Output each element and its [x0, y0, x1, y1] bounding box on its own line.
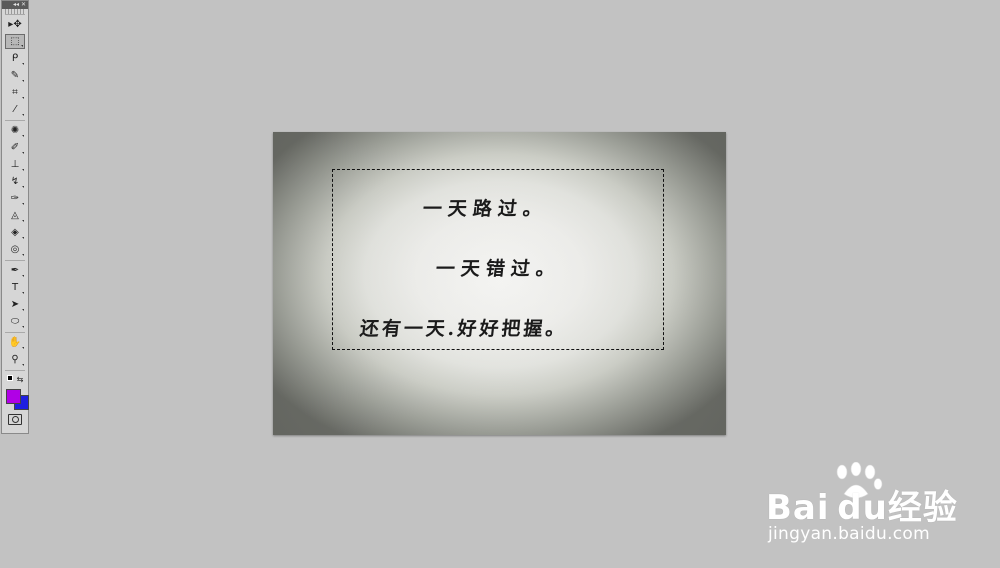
collapse-icon[interactable]: ◂◂ [13, 2, 19, 8]
eraser-tool[interactable]: ✑ [5, 191, 25, 206]
divider [5, 332, 25, 333]
crop-tool[interactable]: ⌗ [5, 85, 25, 100]
divider [5, 120, 25, 121]
history-brush-tool[interactable]: ↯ [5, 174, 25, 189]
spot-heal-tool[interactable]: ✺ [5, 123, 25, 138]
baidu-jingyan-watermark: Bai du经验 jingyan.baidu.com [766, 462, 966, 552]
panel-grip[interactable] [5, 9, 25, 15]
close-icon[interactable]: ✕ [21, 2, 26, 8]
paint-bucket-icon: ◬ [11, 209, 19, 221]
type-icon: T [11, 281, 19, 293]
hand-icon: ✋ [8, 336, 22, 348]
move-tool[interactable]: ▸✥ [5, 17, 25, 32]
color-swatches [4, 387, 29, 410]
brush-icon: ✐ [10, 141, 20, 153]
divider [5, 370, 25, 371]
lasso-icon: ᑭ [11, 52, 19, 64]
watermark-brand: Bai du经验 [766, 488, 958, 528]
text-line-2: 一天错过。 [434, 258, 563, 280]
paint-bucket-tool[interactable]: ◬ [5, 208, 25, 223]
move-icon: ▸✥ [8, 18, 22, 30]
dodge-tool[interactable]: ◎ [5, 242, 25, 257]
lasso-tool[interactable]: ᑭ [5, 51, 25, 66]
crop-icon: ⌗ [12, 86, 18, 98]
clone-stamp-icon: ⊥ [10, 158, 20, 170]
tool-list: ▸✥ ⬚ ᑭ ✎ ⌗ ⁄ ✺ ✐ ⊥ ↯ ✑ ◬ ◈ ◎ ✒ T ➤ ⬭ ✋ ⚲ [2, 17, 28, 367]
shape-icon: ⬭ [10, 315, 20, 327]
shape-tool[interactable]: ⬭ [5, 314, 25, 329]
watermark-url: jingyan.baidu.com [768, 524, 930, 544]
foreground-color-swatch[interactable] [6, 389, 21, 404]
swap-colors-icon[interactable]: ⇆ [17, 375, 24, 384]
text-line-1: 一天路过。 [421, 198, 550, 220]
pen-icon: ✒ [10, 264, 20, 276]
quick-select-tool[interactable]: ✎ [5, 68, 25, 83]
eyedropper-icon: ⁄ [14, 103, 16, 115]
path-select-icon: ➤ [10, 298, 20, 310]
quick-mask-icon[interactable] [8, 414, 22, 425]
clone-stamp-tool[interactable]: ⊥ [5, 157, 25, 172]
tools-panel-header[interactable]: ◂◂ ✕ [2, 1, 28, 9]
zoom-tool[interactable]: ⚲ [5, 352, 25, 367]
eyedropper-tool[interactable]: ⁄ [5, 102, 25, 117]
marquee-tool[interactable]: ⬚ [5, 34, 25, 49]
eraser-icon: ✑ [10, 192, 20, 204]
tools-panel: ◂◂ ✕ ▸✥ ⬚ ᑭ ✎ ⌗ ⁄ ✺ ✐ ⊥ ↯ ✑ ◬ ◈ ◎ ✒ T ➤ ⬭ ✋ ⚲ ⇆ [1, 0, 29, 434]
divider [5, 260, 25, 261]
history-brush-icon: ↯ [10, 175, 20, 187]
type-tool[interactable]: T [5, 280, 25, 295]
brush-tool[interactable]: ✐ [5, 140, 25, 155]
zoom-icon: ⚲ [11, 353, 19, 365]
spot-heal-icon: ✺ [10, 124, 20, 136]
color-controls: ⇆ [2, 375, 28, 384]
pen-tool[interactable]: ✒ [5, 263, 25, 278]
default-colors-icon[interactable] [6, 375, 13, 381]
blur-icon: ◈ [11, 226, 19, 238]
dodge-icon: ◎ [10, 243, 20, 255]
document-canvas[interactable]: 一天路过。 一天错过。 还有一天.好好把握。 [273, 132, 726, 435]
text-line-3: 还有一天.好好把握。 [358, 318, 569, 340]
quick-select-icon: ✎ [10, 69, 20, 81]
marquee-icon: ⬚ [10, 35, 20, 47]
blur-tool[interactable]: ◈ [5, 225, 25, 240]
path-select-tool[interactable]: ➤ [5, 297, 25, 312]
hand-tool[interactable]: ✋ [5, 335, 25, 350]
